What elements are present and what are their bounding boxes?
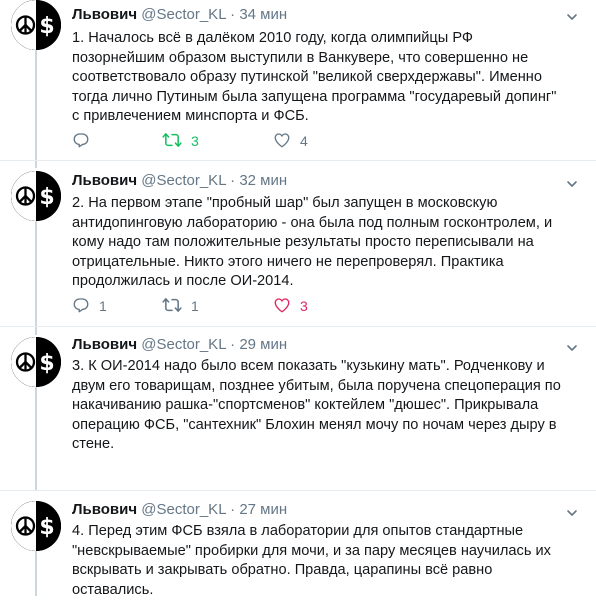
tweet-header: Львович @Sector_KL · 32 мин: [72, 171, 287, 191]
chevron-down-icon[interactable]: [566, 506, 578, 518]
tweet-text: 4. Перед этим ФСБ взяла в лаборатории дл…: [72, 523, 551, 598]
avatar[interactable]: $: [11, 0, 61, 50]
avatar[interactable]: $: [11, 337, 61, 387]
tweet[interactable]: $ Львович @Sector_KL · 27 мин 4. Перед э…: [0, 491, 596, 598]
tweet-header: Львович @Sector_KL · 27 мин: [72, 500, 287, 520]
svg-text:$: $: [39, 185, 54, 210]
author-name[interactable]: Львович: [72, 6, 137, 23]
separator-dot: ·: [230, 172, 236, 189]
like-button[interactable]: 4: [273, 131, 308, 151]
author-name[interactable]: Львович: [72, 336, 137, 353]
like-count: 3: [300, 298, 308, 314]
separator-dot: ·: [230, 6, 236, 23]
svg-text:$: $: [39, 515, 54, 540]
separator-dot: ·: [230, 501, 236, 518]
tweet[interactable]: $ Львович @Sector_KL · 32 мин 2. На перв…: [0, 161, 596, 326]
tweet-time[interactable]: 29 мин: [239, 336, 287, 353]
retweet-icon: [162, 131, 191, 152]
retweet-count: 1: [191, 298, 199, 314]
chevron-down-icon[interactable]: [566, 177, 578, 189]
tweet-text: 2. На первом этапе "пробный шар" был зап…: [72, 195, 553, 289]
separator-dot: ·: [230, 336, 236, 353]
tweet-time[interactable]: 27 мин: [239, 501, 287, 518]
reply-icon: [72, 296, 99, 317]
tweet-actions: 1 1 3: [72, 296, 472, 316]
author-handle[interactable]: @Sector_KL: [141, 172, 226, 189]
avatar[interactable]: $: [11, 171, 61, 221]
svg-text:$: $: [39, 351, 54, 376]
tweet-header: Львович @Sector_KL · 29 мин: [72, 335, 287, 355]
author-name[interactable]: Львович: [72, 172, 137, 189]
tweet-text: 3. К ОИ-2014 надо было всем показать "ку…: [72, 358, 561, 452]
author-handle[interactable]: @Sector_KL: [141, 6, 226, 23]
retweet-icon: [162, 296, 191, 317]
reply-button[interactable]: 1: [72, 296, 107, 316]
tweet-actions: 3 4: [72, 131, 472, 151]
retweet-button[interactable]: 1: [162, 296, 199, 316]
author-handle[interactable]: @Sector_KL: [141, 336, 226, 353]
like-button[interactable]: 3: [273, 296, 308, 316]
heart-icon: [273, 296, 300, 317]
tweet-time[interactable]: 34 мин: [239, 6, 287, 23]
author-name[interactable]: Львович: [72, 501, 137, 518]
author-handle[interactable]: @Sector_KL: [141, 501, 226, 518]
heart-icon: [273, 131, 300, 152]
retweet-button[interactable]: 3: [162, 131, 199, 151]
chevron-down-icon[interactable]: [566, 341, 578, 353]
tweet-text: 1. Началось всё в далёком 2010 году, ког…: [72, 30, 557, 124]
reply-count: 1: [99, 298, 107, 314]
tweet-time[interactable]: 32 мин: [239, 172, 287, 189]
tweet[interactable]: $ Львович @Sector_KL · 34 мин 1. Началос…: [0, 0, 596, 160]
retweet-count: 3: [191, 133, 199, 149]
avatar[interactable]: $: [11, 501, 61, 551]
svg-text:$: $: [39, 14, 54, 39]
reply-icon: [72, 131, 99, 152]
chevron-down-icon[interactable]: [566, 10, 578, 22]
like-count: 4: [300, 133, 308, 149]
reply-button[interactable]: [72, 131, 99, 151]
tweet[interactable]: $ Львович @Sector_KL · 29 мин 3. К ОИ-20…: [0, 327, 596, 490]
tweet-header: Львович @Sector_KL · 34 мин: [72, 5, 287, 25]
